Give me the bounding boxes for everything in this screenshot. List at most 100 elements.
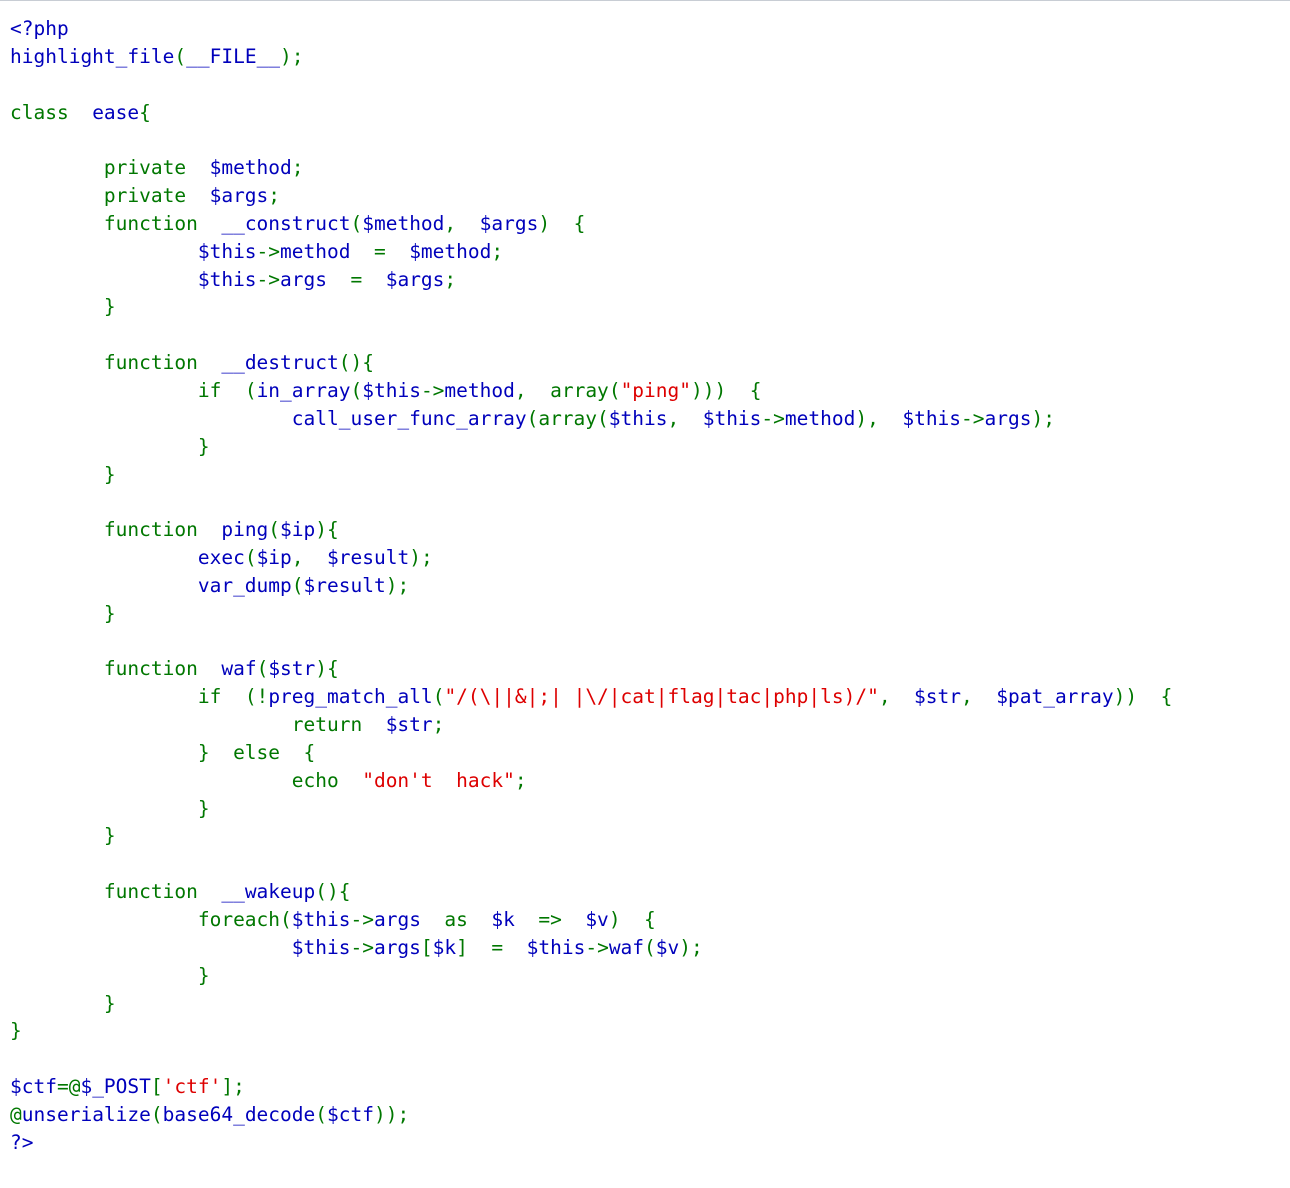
code-token-kw: } [103,991,116,1015]
code-token-kw: } [10,1019,22,1043]
code-token-def [10,212,104,235]
code-token-def [10,992,104,1015]
code-token-def [10,824,104,847]
code-token-str: "ping" [620,378,692,402]
code-token-kw: ( [644,935,656,959]
code-token-kw: -> [420,378,445,402]
code-token-def: $ctf [327,1102,374,1126]
code-token-def [10,435,198,458]
code-token-def: $v [573,908,609,931]
code-line: private $args; [10,184,280,207]
code-line: } [10,463,116,486]
code-token-def: $this [514,935,586,959]
code-line: } [10,992,116,1015]
code-token-def: $this [690,406,762,430]
code-token-def: $args [373,267,445,291]
code-line: return $str; [10,713,445,737]
code-token-kw: ( [350,211,363,235]
code-line: function __wakeup(){ [10,880,351,903]
code-token-def [10,685,198,708]
code-token-def [10,463,104,486]
code-token-kw: (){ [338,351,374,375]
code-line: ?> [10,1131,33,1154]
code-token-kw: echo [291,768,351,792]
code-token-def: $args [197,184,269,208]
code-token-def [10,797,198,820]
code-token-kw: private [103,156,198,180]
code-token-kw: )); [373,1102,410,1126]
code-token-str: "/(\||&|;| |\/|cat|flag|tac|php|ls)/" [444,685,879,709]
code-token-kw: ); [679,935,703,959]
code-line: highlight_file(__FILE__); [10,45,304,68]
code-token-def: $this [291,908,351,931]
code-token-kw: , [961,685,985,709]
code-token-kw: (! [233,685,269,709]
code-line: } [10,797,210,820]
code-token-kw: = [362,239,398,263]
code-line: $this->method = $method; [10,240,503,263]
code-token-str: 'ctf' [162,1075,222,1099]
code-token-kw: =@ [56,1075,81,1099]
code-token-def: args [373,908,433,931]
code-token-def [10,295,104,318]
code-token-def: $method [397,239,492,263]
code-token-def: waf [608,935,645,959]
code-token-def: $result [303,573,386,597]
code-token-def: $str [373,713,433,737]
code-token-kw: @ [10,1102,22,1126]
code-token-def: preg_match_all [268,685,433,709]
code-line: } [10,1019,22,1042]
code-token-kw: class [10,100,81,124]
code-line: $this->args = $args; [10,268,456,291]
code-line: foreach($this->args as $k => $v) { [10,908,656,931]
code-token-def [10,964,198,987]
code-token-def: <?php [10,17,69,40]
code-line: $ctf=@$_POST['ctf']; [10,1075,245,1098]
code-token-kw: ); [409,546,433,570]
code-token-def: $this [890,406,962,430]
code-line: function waf($str){ [10,657,339,680]
code-token-kw: } [197,740,222,764]
php-source-code-block: <?php highlight_file(__FILE__); class ea… [10,15,1290,1157]
code-token-kw: ; [491,239,504,263]
code-token-kw: ))) [691,378,738,402]
code-token-def: waf [209,657,257,681]
code-token-def: __construct [209,211,351,235]
code-line: $this->args[$k] = $this->waf($v); [10,936,703,959]
code-token-kw: ; [291,156,304,180]
code-token-kw: ( [280,908,292,931]
code-token-kw: , [514,378,539,402]
code-token-kw: ]; [221,1075,245,1099]
code-token-def: __wakeup [209,880,316,904]
code-token-def [10,880,104,903]
code-token-def: $_POST [80,1075,151,1099]
code-token-kw: ( [291,573,304,597]
code-token-kw: array [538,378,609,402]
code-token-def: method [784,406,856,430]
code-token-kw: { [737,378,762,402]
code-token-def: $k [479,908,527,931]
code-line: } [10,435,210,458]
code-token-def: ping [209,518,269,542]
code-token-kw: ( [432,685,445,709]
code-token-kw: , [878,685,903,709]
code-token-kw: as [432,908,480,931]
code-token-kw: ( [597,406,609,430]
code-token-def: method [280,239,363,263]
code-token-kw: ( [174,44,187,68]
code-token-kw: { [632,908,656,931]
code-token-def: $args [467,211,539,235]
code-token-kw: foreach [197,908,281,931]
code-token-def: args [280,267,339,291]
code-token-def: args [984,406,1032,430]
code-token-def [10,713,292,736]
code-token-str: "don't hack" [350,768,515,792]
code-token-def: $str [268,657,316,681]
code-token-def: $str [902,685,962,709]
code-token-def [10,268,198,291]
code-token-def: $pat_array [984,685,1114,709]
code-token-kw: ; [514,768,527,792]
code-token-def [10,546,198,569]
code-token-kw: function [103,880,210,904]
code-token-def [10,602,104,625]
